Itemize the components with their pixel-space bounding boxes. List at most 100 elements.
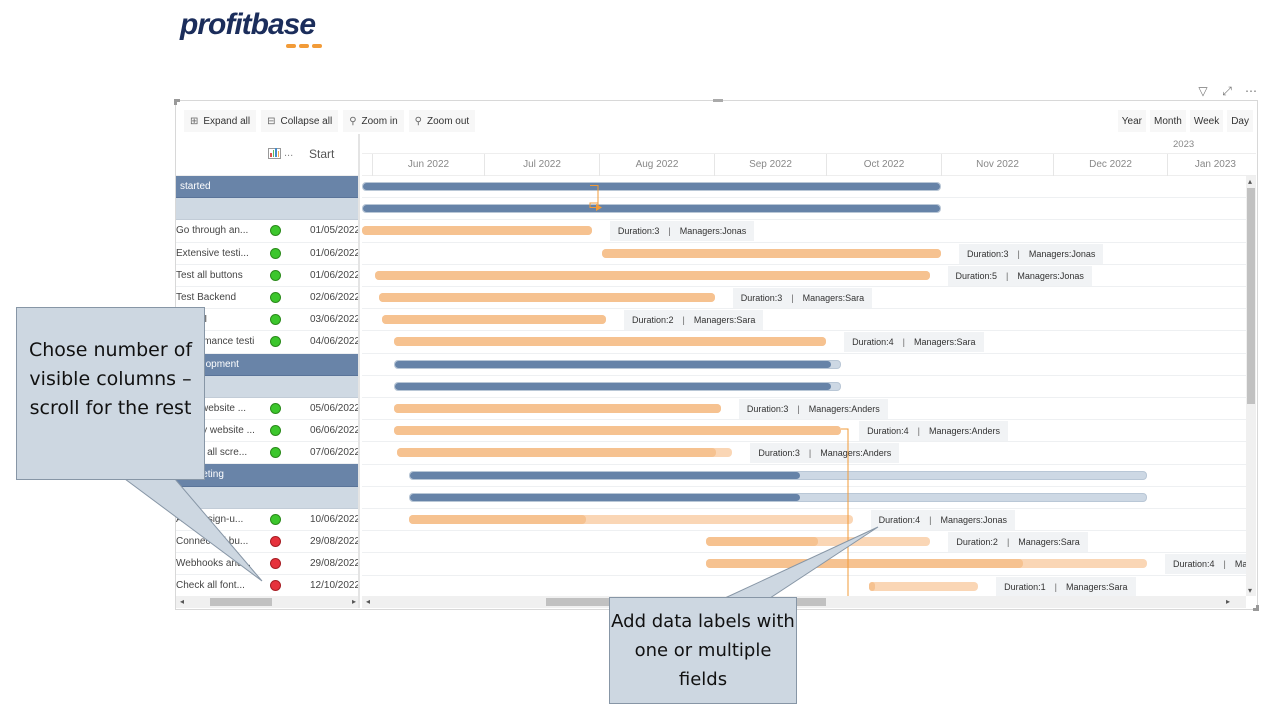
group-row[interactable]: started	[176, 176, 358, 199]
zoom-out-button[interactable]: ⚲ Zoom out	[408, 110, 476, 132]
scale-day-button[interactable]: Day	[1227, 110, 1253, 132]
task-row[interactable]: Connect all bu... 29/08/2022	[176, 531, 360, 554]
scroll-left-arrow[interactable]: ◂	[366, 597, 370, 606]
scale-week-button[interactable]: Week	[1189, 110, 1224, 132]
task-name: Extensive testi...	[176, 247, 249, 259]
group-summary-row[interactable]	[176, 198, 358, 221]
collapse-icon: ⊟	[267, 115, 276, 127]
status-red-icon	[270, 580, 281, 592]
scroll-down-arrow[interactable]: ▾	[1248, 586, 1252, 595]
task-row[interactable]: Check all font... 12/10/2022	[176, 575, 360, 598]
status-red-icon	[270, 558, 281, 570]
task-row[interactable]: Webhooks and... 29/08/2022	[176, 553, 358, 576]
month-header: Jan 2023	[1167, 154, 1246, 176]
collapse-all-label: Collapse all	[280, 115, 333, 127]
start-date: 03/06/2022	[310, 314, 360, 326]
start-date: 01/05/2022	[310, 225, 360, 237]
status-green-icon	[270, 291, 281, 303]
dependency-line	[589, 185, 599, 208]
gantt-visual: ⊞ Expand all ⊟ Collapse all ⚲ Zoom in ⚲ Zoom…	[174, 99, 1259, 611]
start-date: 05/06/2022	[310, 402, 360, 414]
scroll-right-arrow[interactable]: ▸	[1226, 597, 1230, 606]
expand-all-label: Expand all	[203, 115, 251, 127]
start-date: 06/06/2022	[310, 425, 360, 437]
start-date: 07/06/2022	[310, 447, 360, 459]
start-date: 29/08/2022	[310, 536, 360, 547]
timeline-months: Jun 2022 Jul 2022 Aug 2022 Sep 2022 Oct 2022…	[362, 154, 1256, 176]
status-red-icon	[270, 536, 281, 547]
task-name: started	[180, 181, 211, 192]
task-name: Webhooks and...	[176, 558, 251, 570]
resize-handle-top-left[interactable]	[174, 99, 180, 105]
start-column-header[interactable]: Start	[309, 147, 334, 161]
collapse-all-button[interactable]: ⊟ Collapse all	[261, 110, 339, 132]
callout-data-labels: Add data labels with one or multiple fie…	[609, 597, 797, 704]
scroll-thumb[interactable]	[210, 598, 272, 606]
scroll-left-arrow[interactable]: ◂	[180, 597, 184, 606]
start-date: 01/06/2022	[310, 247, 360, 259]
status-column-icon[interactable]	[268, 148, 281, 159]
dependency-links	[589, 185, 849, 596]
task-grid-hscrollbar[interactable]: ◂ ▸	[176, 596, 358, 608]
month-header: Sep 2022	[714, 154, 826, 176]
month-header: Jun 2022	[372, 154, 484, 176]
timeline-pane: 2023 Jun 2022 Jul 2022 Aug 2022 Sep 2022 Oct…	[362, 134, 1256, 608]
callout-visible-columns: Chose number of visible columns – scroll…	[16, 307, 205, 480]
task-row[interactable]: Add design-u... 10/06/2022	[176, 509, 358, 531]
zoom-in-button[interactable]: ⚲ Zoom in	[343, 110, 404, 132]
timeline-hscrollbar[interactable]: ◂ ▸	[362, 596, 1246, 608]
group-summary-row[interactable]	[176, 486, 358, 509]
status-green-icon	[270, 269, 281, 281]
month-header: Oct 2022	[826, 154, 941, 176]
start-date: 04/06/2022	[310, 336, 360, 348]
zoom-out-label: Zoom out	[426, 115, 470, 127]
status-green-icon	[270, 447, 281, 459]
task-name: Test Backend	[176, 291, 237, 303]
status-green-icon	[270, 425, 281, 437]
scroll-right-arrow[interactable]: ▸	[352, 597, 356, 606]
scroll-up-arrow[interactable]: ▴	[1248, 177, 1252, 186]
task-row[interactable]: Test all buttons 01/06/2022	[176, 265, 358, 287]
status-green-icon	[270, 314, 281, 326]
zoom-out-icon: ⚲	[414, 115, 422, 127]
status-green-icon	[270, 402, 281, 414]
task-name: Add design-u...	[176, 513, 244, 525]
start-date: 12/10/2022	[310, 580, 360, 592]
timescale-switcher: Year Month Week Day	[1117, 110, 1253, 132]
task-row[interactable]: Go through an... 01/05/2022	[176, 220, 360, 243]
task-grid-header: ... Start	[176, 134, 358, 176]
filter-icon[interactable]: ▽	[1196, 84, 1210, 99]
expand-icon: ⊞	[190, 115, 199, 127]
start-date: 01/06/2022	[310, 269, 360, 281]
vscroll-thumb[interactable]	[1247, 188, 1255, 404]
month-header: Jul 2022	[484, 154, 599, 176]
status-green-icon	[270, 247, 281, 259]
status-column-header[interactable]: ...	[284, 147, 293, 159]
logo-wordmark: profitbase	[180, 8, 316, 41]
year-label: 2023	[1173, 139, 1195, 150]
visual-header: ▽ ⤢ ⋯	[1196, 84, 1258, 99]
focus-mode-icon[interactable]: ⤢	[1220, 84, 1234, 99]
month-header: Dec 2022	[1053, 154, 1167, 176]
task-name: Check all font...	[176, 580, 245, 592]
timeline-vscrollbar[interactable]: ▴ ▾	[1246, 176, 1256, 596]
start-date: 02/06/2022	[310, 291, 360, 303]
dependency-line	[841, 428, 849, 596]
timeline-years: 2023	[362, 134, 1256, 154]
more-options-icon[interactable]: ⋯	[1244, 84, 1258, 99]
zoom-in-icon: ⚲	[349, 115, 357, 127]
scale-year-button[interactable]: Year	[1117, 110, 1147, 132]
scale-month-button[interactable]: Month	[1150, 110, 1186, 132]
dependency-arrow	[596, 204, 602, 211]
month-header: Nov 2022	[941, 154, 1053, 176]
start-date: 10/06/2022	[310, 513, 360, 525]
task-name: Test all buttons	[176, 269, 243, 281]
logo-dots	[286, 44, 322, 48]
resize-grip-top[interactable]	[713, 99, 723, 102]
task-row[interactable]: Extensive testi... 01/06/2022	[176, 243, 358, 265]
expand-all-button[interactable]: ⊞ Expand all	[184, 110, 257, 132]
month-header: Aug 2022	[599, 154, 714, 176]
task-row[interactable]: Test Backend 02/06/2022	[176, 287, 360, 310]
status-green-icon	[270, 336, 281, 348]
task-name: Go through an...	[176, 225, 249, 237]
